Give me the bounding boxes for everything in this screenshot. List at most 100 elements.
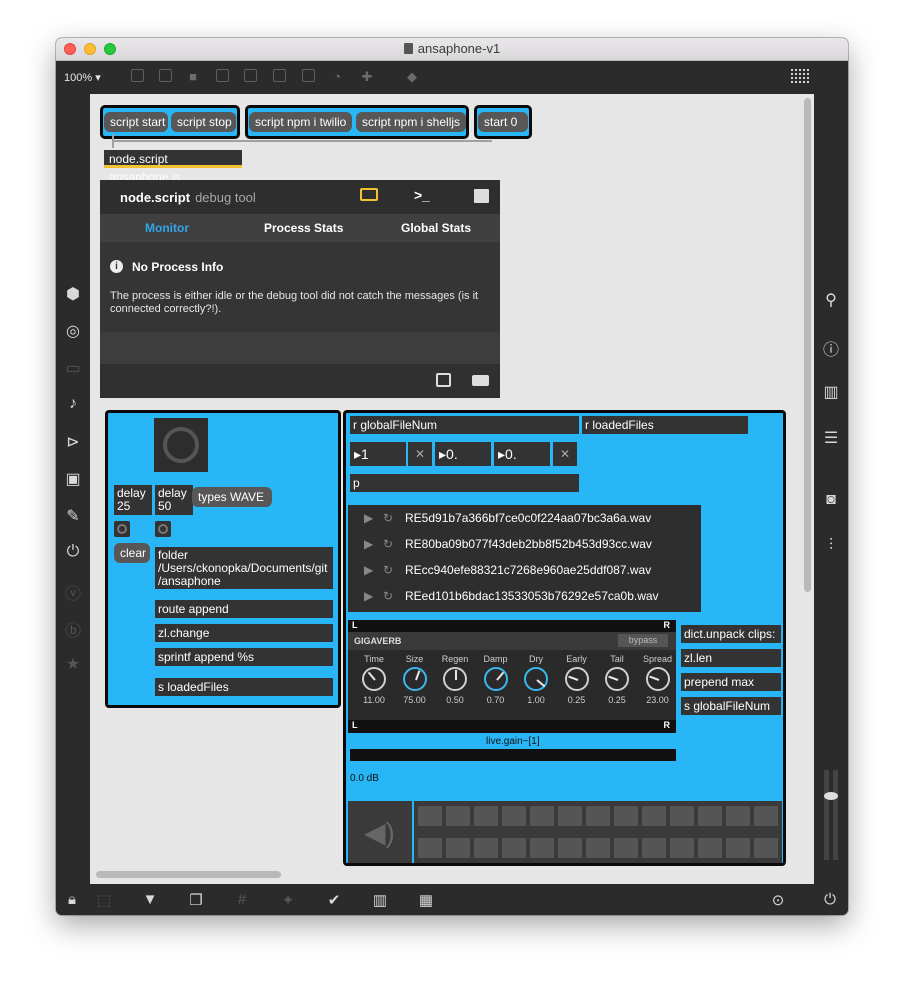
zl-len-object[interactable]: zl.len: [681, 649, 781, 667]
reverb-knob[interactable]: [524, 667, 548, 691]
new-slider-icon[interactable]: [300, 69, 316, 85]
search-icon[interactable]: ⚲: [814, 290, 848, 310]
channel-cell[interactable]: [669, 805, 695, 827]
play-icon[interactable]: ▶: [364, 583, 373, 609]
node-script-object[interactable]: node.script ansaphone.js: [104, 150, 242, 184]
list-item[interactable]: ▶ ↻ REcc940efe88321c7268e960ae25ddf087.w…: [348, 557, 701, 583]
toggle-2[interactable]: ✕: [553, 442, 577, 466]
layers-icon[interactable]: ❐: [186, 891, 206, 909]
keyboard-grid-icon[interactable]: [790, 68, 810, 84]
prepend-max-object[interactable]: prepend max: [681, 673, 781, 691]
reverb-knob[interactable]: [402, 667, 427, 691]
plug-icon[interactable]: ⏻: [56, 543, 90, 561]
snapshot-camera-icon[interactable]: ◙: [814, 491, 848, 509]
patcher-canvas[interactable]: script start script stop script npm i tw…: [90, 94, 814, 884]
vertical-scrollbar[interactable]: [804, 98, 811, 592]
channel-cell[interactable]: [417, 837, 443, 859]
channel-cell[interactable]: [445, 805, 471, 827]
bang-1[interactable]: [114, 521, 130, 537]
horizontal-scrollbar[interactable]: [96, 871, 281, 878]
gigaverb-device[interactable]: L R GIGAVERB bypass Time 11.00 Size 75.00 Re…: [348, 620, 676, 733]
folder-icon[interactable]: [472, 375, 489, 386]
sprintf-object[interactable]: sprintf append %s: [155, 648, 333, 666]
channel-cell[interactable]: [669, 837, 695, 859]
tab-monitor[interactable]: Monitor: [145, 221, 189, 235]
reference-book-icon[interactable]: ▥: [814, 382, 848, 402]
music-note-icon[interactable]: ♪: [56, 395, 90, 413]
target-icon[interactable]: ◎: [56, 321, 90, 341]
start-0-button[interactable]: start 0: [478, 112, 528, 132]
loop-icon[interactable]: ↻: [383, 505, 393, 531]
reverb-knob[interactable]: [605, 667, 629, 691]
monitor-icon[interactable]: [360, 188, 378, 201]
channel-cell[interactable]: [725, 837, 751, 859]
channel-cell[interactable]: [725, 805, 751, 827]
r-loaded-files[interactable]: r loadedFiles: [582, 416, 748, 434]
loop-icon[interactable]: ↻: [383, 557, 393, 583]
script-stop-button[interactable]: script stop: [171, 112, 236, 132]
loop-icon[interactable]: ↻: [383, 531, 393, 557]
new-number-icon[interactable]: [271, 69, 287, 85]
transport-icon[interactable]: ⊙: [768, 891, 788, 909]
r-global-file-num[interactable]: r globalFileNum: [350, 416, 579, 434]
channel-cell[interactable]: [613, 805, 639, 827]
reverb-knob[interactable]: [645, 667, 670, 691]
edit-arrow-icon[interactable]: ⬚: [94, 891, 114, 909]
terminal-icon[interactable]: >_: [414, 187, 430, 203]
new-object-icon[interactable]: [157, 69, 173, 85]
channel-cell[interactable]: [473, 805, 499, 827]
delay-25-object[interactable]: delay 25: [114, 485, 152, 515]
lock-icon[interactable]: 🔒︎: [62, 891, 82, 908]
play-icon[interactable]: ▶: [364, 531, 373, 557]
play-icon[interactable]: ▶: [364, 505, 373, 531]
tape-icon[interactable]: ▭: [56, 358, 90, 378]
channel-cell[interactable]: [613, 837, 639, 859]
route-append-object[interactable]: route append: [155, 600, 333, 618]
zl-change-object[interactable]: zl.change: [155, 624, 333, 642]
script-start-button[interactable]: script start: [104, 112, 168, 132]
float-box-2[interactable]: ▸0.: [494, 442, 550, 466]
piano-icon[interactable]: ▥: [370, 891, 390, 909]
number-box-1[interactable]: ▸1: [350, 442, 406, 466]
b-circle-icon[interactable]: ⓑ: [56, 617, 90, 641]
types-wave-message[interactable]: types WAVE: [192, 487, 272, 507]
paint-bucket-icon[interactable]: ◆: [404, 69, 420, 85]
cube-icon[interactable]: ⬢: [56, 284, 90, 304]
paperclip-icon[interactable]: ✎: [56, 506, 90, 526]
channel-cell[interactable]: [501, 837, 527, 859]
edit-icon[interactable]: [436, 373, 451, 387]
new-comment-icon[interactable]: ■: [185, 69, 201, 85]
float-box-1[interactable]: ▸0.: [435, 442, 491, 466]
wrench-icon[interactable]: ✔: [324, 891, 344, 909]
channel-cell[interactable]: [753, 805, 779, 827]
npm-twilio-button[interactable]: script npm i twilio: [249, 112, 352, 132]
add-icon[interactable]: ✚: [359, 69, 375, 85]
p-subpatch[interactable]: p: [350, 474, 579, 492]
gain-slider[interactable]: [350, 749, 676, 761]
reverb-knob[interactable]: [443, 667, 467, 691]
channel-cell[interactable]: [529, 805, 555, 827]
channel-cell[interactable]: [529, 837, 555, 859]
bypass-button[interactable]: bypass: [618, 634, 668, 647]
channel-cell[interactable]: [501, 805, 527, 827]
power-icon[interactable]: ⏻: [820, 891, 840, 908]
playlist-icon[interactable]: ⊳: [56, 432, 90, 452]
loop-icon[interactable]: ↻: [383, 583, 393, 609]
clear-message[interactable]: clear: [114, 543, 150, 563]
zoom-select[interactable]: 100% ▾: [64, 71, 101, 84]
channel-cell[interactable]: [585, 805, 611, 827]
playlist[interactable]: ▶ ↻ RE5d91b7a366bf7ce0c0f224aa07bc3a6a.w…: [348, 505, 701, 612]
channel-cell[interactable]: [585, 837, 611, 859]
channel-cell[interactable]: [697, 805, 723, 827]
v-circle-icon[interactable]: ⓥ: [56, 580, 90, 604]
channel-cell[interactable]: [417, 805, 443, 827]
list-item[interactable]: ▶ ↻ RE5d91b7a366bf7ce0c0f224aa07bc3a6a.w…: [348, 505, 701, 531]
folder-object[interactable]: folder /Users/ckonopka/Documents/git /an…: [155, 547, 333, 589]
add-bpatcher-icon[interactable]: ✦: [278, 891, 298, 909]
archive-icon[interactable]: [474, 189, 489, 203]
console-list-icon[interactable]: ☰: [814, 428, 848, 448]
tab-process-stats[interactable]: Process Stats: [264, 221, 343, 235]
image-icon[interactable]: ▣: [56, 469, 90, 489]
reverb-knob[interactable]: [362, 667, 386, 691]
bang-button[interactable]: [154, 418, 208, 472]
